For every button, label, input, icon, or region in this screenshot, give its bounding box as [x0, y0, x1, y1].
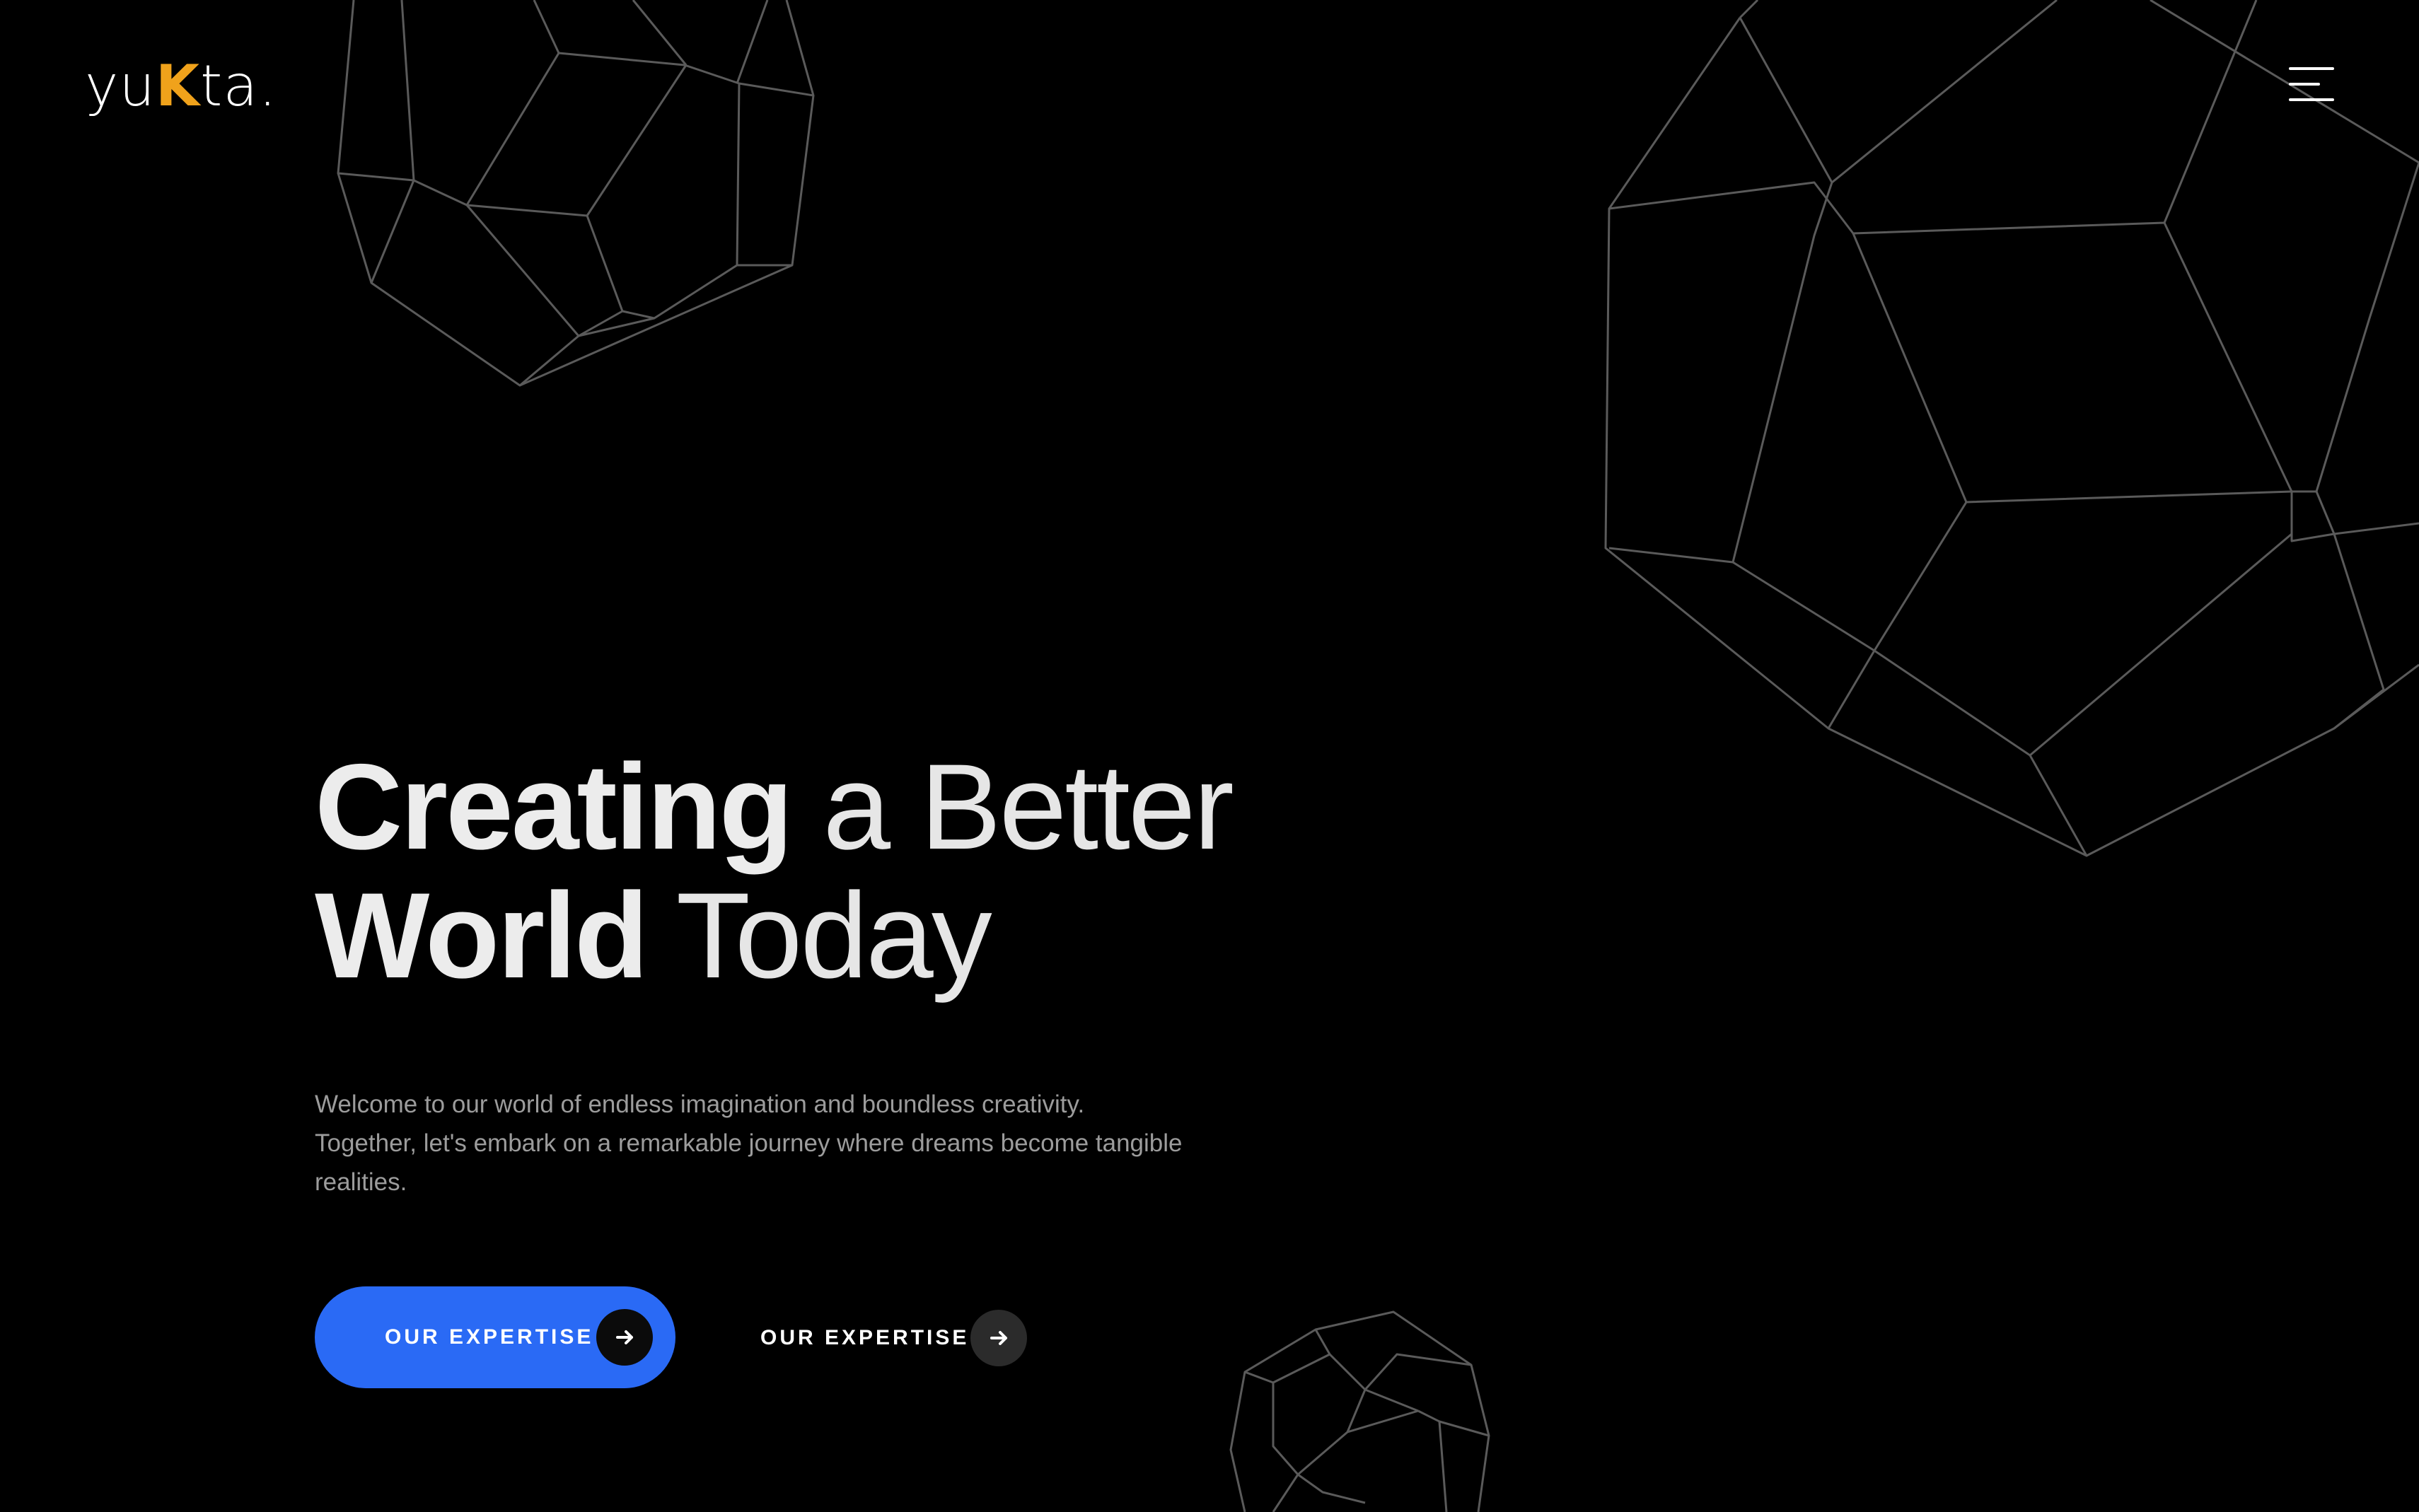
hamburger-menu-icon[interactable]	[2289, 67, 2334, 105]
menu-line-middle	[2289, 83, 2320, 86]
our-expertise-primary-button[interactable]: OUR EXPERTISE	[315, 1286, 675, 1388]
brand-logo[interactable]: yuKta.	[85, 58, 277, 115]
arrow-right-icon	[596, 1309, 653, 1366]
logo-text-prefix: yu	[85, 53, 156, 119]
hero-intro-text: Welcome to our world of endless imaginat…	[315, 1085, 1234, 1202]
our-expertise-secondary-button[interactable]: OUR EXPERTISE	[760, 1310, 1029, 1366]
logo-accent-letter: K	[156, 53, 201, 119]
headline-line1-light: a Better	[791, 739, 1234, 875]
menu-line-bottom	[2289, 98, 2334, 101]
primary-button-label: OUR EXPERTISE	[385, 1325, 594, 1349]
intro-line-1: Welcome to our world of endless imaginat…	[315, 1091, 1085, 1118]
headline-line2-light: Today	[646, 868, 992, 1004]
menu-line-top	[2289, 67, 2334, 70]
arrow-right-icon	[970, 1310, 1027, 1366]
intro-line-2: Together, let's embark on a remarkable j…	[315, 1129, 1183, 1157]
hero-section: Creating a Better World Today	[315, 743, 1305, 1000]
headline-line1-bold: Creating	[315, 739, 794, 875]
logo-text-suffix: ta.	[200, 53, 277, 119]
secondary-button-label: OUR EXPERTISE	[760, 1326, 970, 1349]
hero-headline: Creating a Better World Today	[315, 743, 1305, 1000]
intro-line-3: realities.	[315, 1168, 407, 1196]
headline-line2-bold: World	[315, 868, 649, 1004]
